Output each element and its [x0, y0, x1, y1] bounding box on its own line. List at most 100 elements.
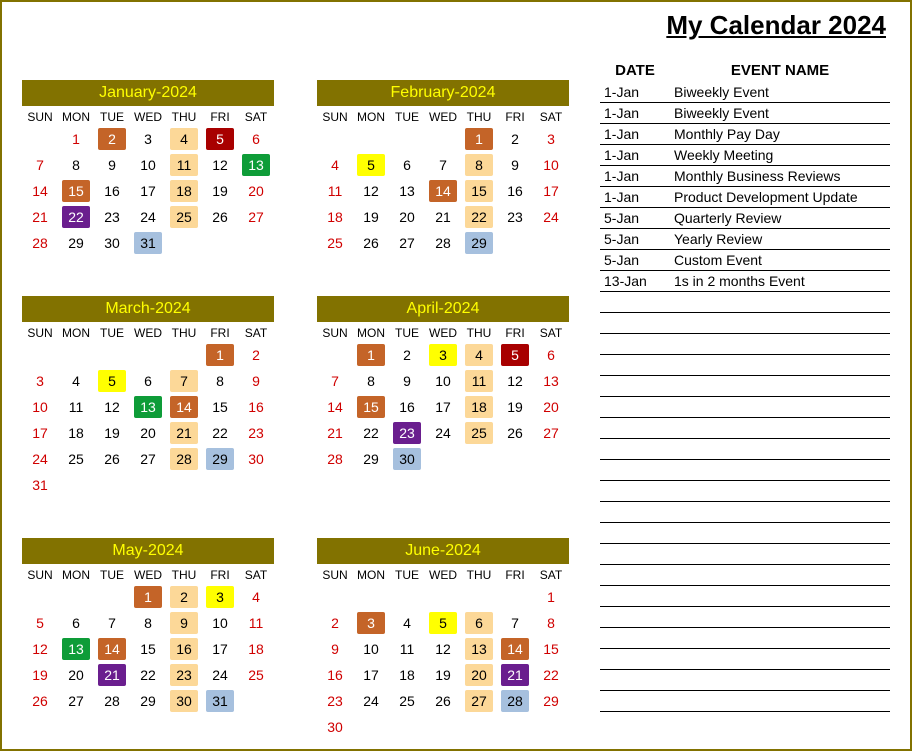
day-cell[interactable]: 21 [94, 662, 130, 688]
day-cell[interactable]: 22 [461, 204, 497, 230]
day-cell[interactable]: 24 [425, 420, 461, 446]
day-cell[interactable]: 22 [202, 420, 238, 446]
day-cell[interactable]: 18 [461, 394, 497, 420]
day-cell[interactable]: 17 [202, 636, 238, 662]
day-cell[interactable]: 22 [130, 662, 166, 688]
day-cell[interactable]: 1 [58, 126, 94, 152]
day-cell[interactable]: 26 [425, 688, 461, 714]
day-cell[interactable]: 26 [94, 446, 130, 472]
day-cell[interactable]: 1 [130, 584, 166, 610]
day-cell[interactable]: 6 [461, 610, 497, 636]
day-cell[interactable]: 20 [389, 204, 425, 230]
day-cell[interactable]: 29 [130, 688, 166, 714]
day-cell[interactable]: 11 [238, 610, 274, 636]
day-cell[interactable]: 13 [389, 178, 425, 204]
day-cell[interactable]: 19 [353, 204, 389, 230]
day-cell[interactable]: 28 [425, 230, 461, 256]
day-cell[interactable]: 6 [389, 152, 425, 178]
day-cell[interactable]: 17 [130, 178, 166, 204]
day-cell[interactable]: 18 [238, 636, 274, 662]
day-cell[interactable]: 19 [94, 420, 130, 446]
day-cell[interactable]: 12 [94, 394, 130, 420]
day-cell[interactable]: 27 [130, 446, 166, 472]
day-cell[interactable]: 19 [22, 662, 58, 688]
day-cell[interactable]: 4 [238, 584, 274, 610]
day-cell[interactable]: 13 [533, 368, 569, 394]
day-cell[interactable]: 24 [22, 446, 58, 472]
day-cell[interactable]: 12 [353, 178, 389, 204]
day-cell[interactable]: 19 [202, 178, 238, 204]
day-cell[interactable]: 18 [317, 204, 353, 230]
day-cell[interactable]: 29 [353, 446, 389, 472]
day-cell[interactable]: 27 [533, 420, 569, 446]
day-cell[interactable]: 14 [317, 394, 353, 420]
day-cell[interactable]: 13 [130, 394, 166, 420]
day-cell[interactable]: 5 [202, 126, 238, 152]
day-cell[interactable]: 26 [353, 230, 389, 256]
day-cell[interactable]: 25 [166, 204, 202, 230]
day-cell[interactable]: 21 [317, 420, 353, 446]
day-cell[interactable]: 28 [166, 446, 202, 472]
day-cell[interactable]: 12 [22, 636, 58, 662]
day-cell[interactable]: 23 [389, 420, 425, 446]
day-cell[interactable]: 21 [497, 662, 533, 688]
day-cell[interactable]: 19 [425, 662, 461, 688]
day-cell[interactable]: 11 [317, 178, 353, 204]
day-cell[interactable]: 27 [58, 688, 94, 714]
day-cell[interactable]: 1 [202, 342, 238, 368]
day-cell[interactable]: 6 [58, 610, 94, 636]
day-cell[interactable]: 31 [130, 230, 166, 256]
day-cell[interactable]: 16 [94, 178, 130, 204]
day-cell[interactable]: 19 [497, 394, 533, 420]
day-cell[interactable]: 25 [238, 662, 274, 688]
day-cell[interactable]: 28 [94, 688, 130, 714]
day-cell[interactable]: 14 [497, 636, 533, 662]
day-cell[interactable]: 20 [130, 420, 166, 446]
day-cell[interactable]: 13 [238, 152, 274, 178]
day-cell[interactable]: 10 [533, 152, 569, 178]
day-cell[interactable]: 4 [389, 610, 425, 636]
day-cell[interactable]: 11 [389, 636, 425, 662]
day-cell[interactable]: 7 [22, 152, 58, 178]
day-cell[interactable]: 26 [497, 420, 533, 446]
day-cell[interactable]: 14 [166, 394, 202, 420]
day-cell[interactable]: 22 [533, 662, 569, 688]
day-cell[interactable]: 28 [317, 446, 353, 472]
day-cell[interactable]: 2 [497, 126, 533, 152]
day-cell[interactable]: 5 [497, 342, 533, 368]
day-cell[interactable]: 24 [533, 204, 569, 230]
day-cell[interactable]: 10 [130, 152, 166, 178]
day-cell[interactable]: 20 [533, 394, 569, 420]
day-cell[interactable]: 21 [166, 420, 202, 446]
day-cell[interactable]: 13 [461, 636, 497, 662]
day-cell[interactable]: 15 [130, 636, 166, 662]
day-cell[interactable]: 30 [317, 714, 353, 740]
day-cell[interactable]: 15 [58, 178, 94, 204]
day-cell[interactable]: 8 [353, 368, 389, 394]
day-cell[interactable]: 10 [353, 636, 389, 662]
day-cell[interactable]: 9 [238, 368, 274, 394]
day-cell[interactable]: 1 [353, 342, 389, 368]
day-cell[interactable]: 7 [166, 368, 202, 394]
day-cell[interactable]: 23 [94, 204, 130, 230]
day-cell[interactable]: 23 [317, 688, 353, 714]
day-cell[interactable]: 4 [166, 126, 202, 152]
day-cell[interactable]: 5 [353, 152, 389, 178]
day-cell[interactable]: 27 [389, 230, 425, 256]
day-cell[interactable]: 18 [58, 420, 94, 446]
day-cell[interactable]: 2 [94, 126, 130, 152]
day-cell[interactable]: 24 [353, 688, 389, 714]
day-cell[interactable]: 28 [22, 230, 58, 256]
day-cell[interactable]: 8 [130, 610, 166, 636]
day-cell[interactable]: 16 [317, 662, 353, 688]
day-cell[interactable]: 5 [425, 610, 461, 636]
day-cell[interactable]: 24 [130, 204, 166, 230]
day-cell[interactable]: 31 [202, 688, 238, 714]
day-cell[interactable]: 16 [166, 636, 202, 662]
day-cell[interactable]: 23 [497, 204, 533, 230]
day-cell[interactable]: 28 [497, 688, 533, 714]
day-cell[interactable]: 29 [533, 688, 569, 714]
day-cell[interactable]: 9 [166, 610, 202, 636]
day-cell[interactable]: 6 [533, 342, 569, 368]
day-cell[interactable]: 17 [22, 420, 58, 446]
